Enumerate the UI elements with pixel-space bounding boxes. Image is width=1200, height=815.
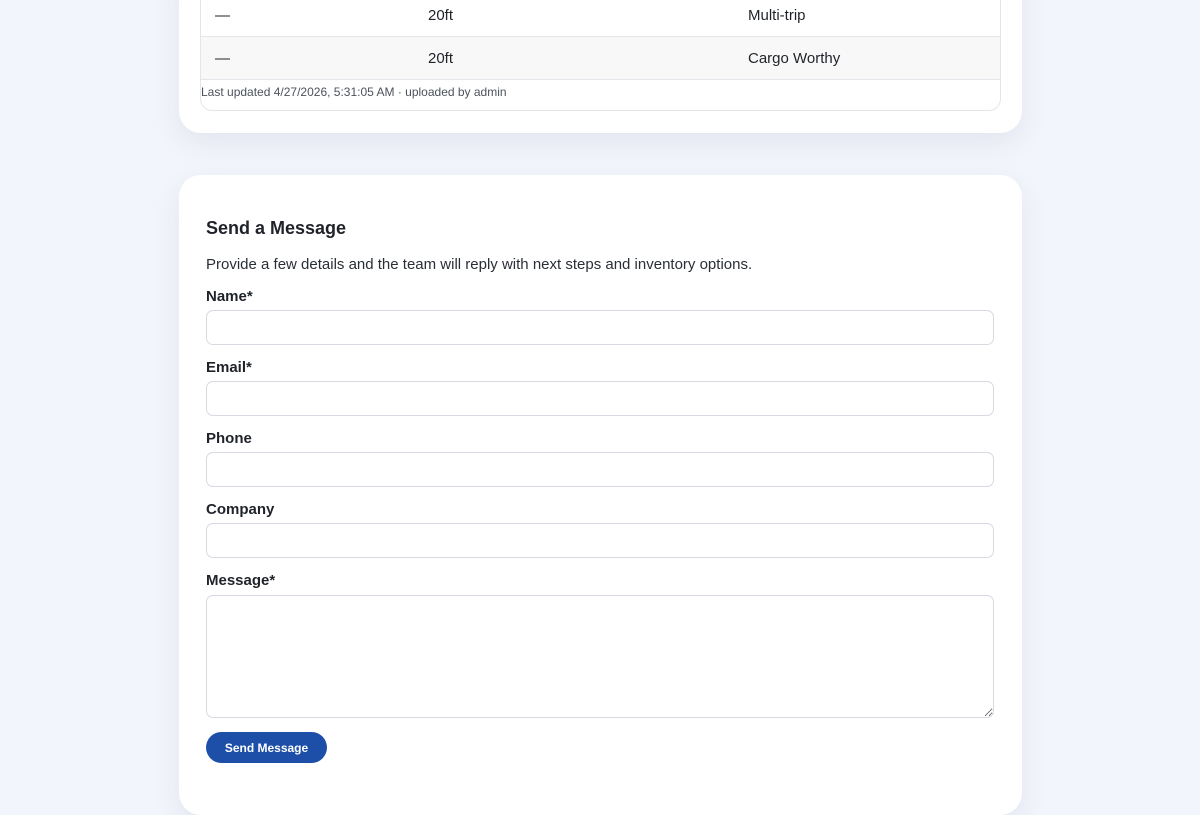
company-label: Company (206, 501, 275, 518)
table-cell: Cargo Worthy (748, 50, 841, 67)
form-description: Provide a few details and the team will … (206, 256, 753, 273)
company-input[interactable] (206, 523, 994, 558)
name-input[interactable] (206, 310, 994, 345)
message-textarea[interactable] (206, 595, 994, 718)
contact-form-card: Send a Message Provide a few details and… (179, 175, 1022, 815)
email-label: Email* (206, 359, 252, 376)
send-message-button[interactable]: Send Message (206, 732, 327, 763)
phone-label: Phone (206, 430, 252, 447)
table-cell: 20ft (428, 7, 454, 24)
table-row: — 20ft Multi-trip (201, 0, 1000, 37)
phone-input[interactable] (206, 452, 994, 487)
last-updated-note: Last updated 4/27/2026, 5:31:05 AM · upl… (201, 85, 507, 99)
message-label: Message* (206, 572, 276, 589)
inventory-table: — 20ft Multi-trip — 20ft Cargo Worthy La… (200, 0, 1001, 111)
table-cell: 20ft (428, 50, 454, 67)
table-cell: Multi-trip (748, 7, 806, 24)
inventory-card: — 20ft Multi-trip — 20ft Cargo Worthy La… (179, 0, 1022, 133)
name-label: Name* (206, 288, 253, 305)
form-title: Send a Message (206, 218, 347, 238)
email-input[interactable] (206, 381, 994, 416)
table-row: — 20ft Cargo Worthy (201, 37, 1000, 80)
table-cell: — (215, 50, 230, 67)
table-cell: — (215, 7, 230, 24)
